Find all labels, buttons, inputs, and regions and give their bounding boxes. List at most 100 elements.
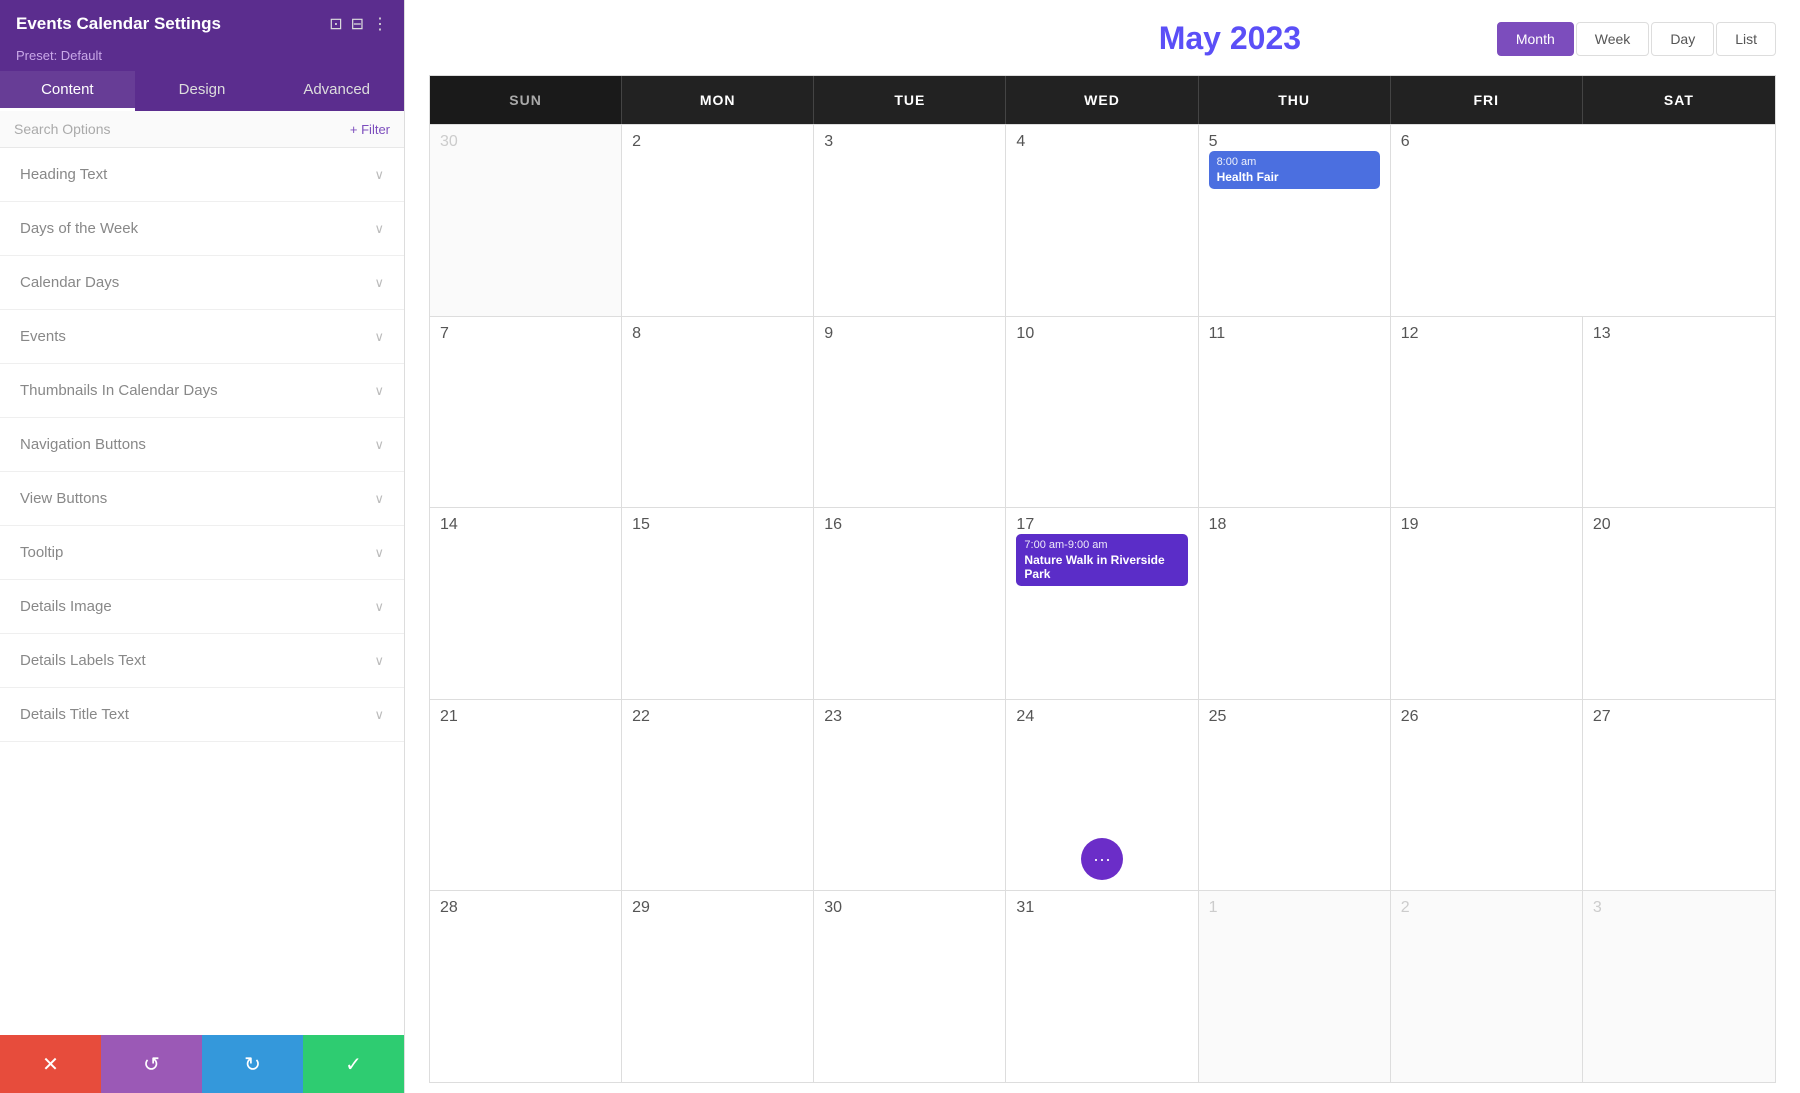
cal-cell-22: 22 xyxy=(622,700,814,891)
view-week-button[interactable]: Week xyxy=(1576,22,1650,56)
cal-cell-9: 9 xyxy=(814,317,1006,508)
calendar-title: May 2023 xyxy=(963,20,1497,57)
columns-icon[interactable]: ⊟ xyxy=(351,14,364,34)
chevron-down-icon: ∨ xyxy=(374,545,384,561)
panel-item-thumbnails[interactable]: Thumbnails In Calendar Days ∨ xyxy=(0,364,404,418)
event-name: Nature Walk in Riverside Park xyxy=(1024,553,1179,581)
panel-item-details-title[interactable]: Details Title Text ∨ xyxy=(0,688,404,742)
day-header-mon: MON xyxy=(622,76,814,124)
day-header-sat: SAT xyxy=(1583,76,1775,124)
chevron-down-icon: ∨ xyxy=(374,383,384,399)
cancel-button[interactable]: ✕ xyxy=(0,1035,101,1093)
cal-cell-12: 12 xyxy=(1391,317,1583,508)
more-icon[interactable]: ⋮ xyxy=(372,14,388,34)
chevron-down-icon: ∨ xyxy=(374,437,384,453)
cal-cell-11: 11 xyxy=(1199,317,1391,508)
item-label: Details Labels Text xyxy=(20,652,146,669)
view-buttons: Month Week Day List xyxy=(1497,22,1776,56)
chevron-down-icon: ∨ xyxy=(374,275,384,291)
cal-cell-25: 25 xyxy=(1199,700,1391,891)
undo-button[interactable]: ↺ xyxy=(101,1035,202,1093)
calendar-week-2: 7 8 9 10 11 12 13 xyxy=(430,316,1775,508)
item-label: Events xyxy=(20,328,66,345)
filter-button[interactable]: + Filter xyxy=(350,122,390,137)
cal-cell-3: 3 xyxy=(814,125,1006,316)
panel-item-details-image[interactable]: Details Image ∨ xyxy=(0,580,404,634)
panel-item-details-labels[interactable]: Details Labels Text ∨ xyxy=(0,634,404,688)
panel-title: Events Calendar Settings xyxy=(16,14,221,34)
item-label: Tooltip xyxy=(20,544,63,561)
item-label: Details Image xyxy=(20,598,112,615)
item-label: Heading Text xyxy=(20,166,107,183)
search-bar: Search Options + Filter xyxy=(0,111,404,148)
event-time: 7:00 am-9:00 am xyxy=(1024,539,1179,551)
panel-item-view-buttons[interactable]: View Buttons ∨ xyxy=(0,472,404,526)
cal-cell-7: 7 xyxy=(430,317,622,508)
search-label: Search Options xyxy=(14,121,111,137)
panel-item-nav-buttons[interactable]: Navigation Buttons ∨ xyxy=(0,418,404,472)
cal-cell-apr30: 30 xyxy=(430,125,622,316)
tab-advanced[interactable]: Advanced xyxy=(269,71,404,111)
day-header-tue: TUE xyxy=(814,76,1006,124)
panel-header-icons: ⊡ ⊟ ⋮ xyxy=(329,14,388,34)
minimize-icon[interactable]: ⊡ xyxy=(329,14,342,34)
chevron-down-icon: ∨ xyxy=(374,653,384,669)
more-events-dot[interactable]: ··· xyxy=(1081,838,1123,880)
cal-cell-14: 14 xyxy=(430,508,622,699)
day-header-thu: THU xyxy=(1199,76,1391,124)
cal-cell-10: 10 xyxy=(1006,317,1198,508)
cal-cell-17: 17 7:00 am-9:00 am Nature Walk in Rivers… xyxy=(1006,508,1198,699)
view-month-button[interactable]: Month xyxy=(1497,22,1574,56)
chevron-down-icon: ∨ xyxy=(374,491,384,507)
cal-cell-jun2: 2 xyxy=(1391,891,1583,1082)
event-nature-walk[interactable]: 7:00 am-9:00 am Nature Walk in Riverside… xyxy=(1016,534,1187,586)
cal-cell-21: 21 xyxy=(430,700,622,891)
panel-item-days-of-week[interactable]: Days of the Week ∨ xyxy=(0,202,404,256)
panel-item-heading-text[interactable]: Heading Text ∨ xyxy=(0,148,404,202)
cancel-icon: ✕ xyxy=(42,1052,59,1077)
bottom-toolbar: ✕ ↺ ↻ ✓ xyxy=(0,1035,404,1093)
calendar-week-5: 28 29 30 31 1 2 3 xyxy=(430,890,1775,1082)
save-icon: ✓ xyxy=(345,1052,362,1077)
item-label: View Buttons xyxy=(20,490,107,507)
item-label: Details Title Text xyxy=(20,706,129,723)
panel-tabs: Content Design Advanced xyxy=(0,71,404,111)
event-name: Health Fair xyxy=(1217,170,1372,184)
panel-items-list: Heading Text ∨ Days of the Week ∨ Calend… xyxy=(0,148,404,1093)
tab-design[interactable]: Design xyxy=(135,71,270,111)
event-health-fair[interactable]: 8:00 am Health Fair xyxy=(1209,151,1380,189)
calendar-grid: SUN MON TUE WED THU FRI SAT 30 2 3 4 5 8… xyxy=(429,75,1776,1083)
cal-cell-28: 28 xyxy=(430,891,622,1082)
panel-item-tooltip[interactable]: Tooltip ∨ xyxy=(0,526,404,580)
cal-cell-4: 4 xyxy=(1006,125,1198,316)
undo-icon: ↺ xyxy=(143,1052,160,1077)
cal-cell-23: 23 xyxy=(814,700,1006,891)
cal-cell-18: 18 xyxy=(1199,508,1391,699)
panel-item-events[interactable]: Events ∨ xyxy=(0,310,404,364)
chevron-down-icon: ∨ xyxy=(374,599,384,615)
save-button[interactable]: ✓ xyxy=(303,1035,404,1093)
cal-cell-27: 27 xyxy=(1583,700,1775,891)
redo-button[interactable]: ↻ xyxy=(202,1035,303,1093)
calendar-header: May 2023 Month Week Day List xyxy=(429,20,1776,57)
cal-cell-19: 19 xyxy=(1391,508,1583,699)
tab-content[interactable]: Content xyxy=(0,71,135,111)
item-label: Calendar Days xyxy=(20,274,119,291)
preset-label[interactable]: Preset: Default xyxy=(16,48,102,63)
redo-icon: ↻ xyxy=(244,1052,261,1077)
chevron-down-icon: ∨ xyxy=(374,707,384,723)
view-list-button[interactable]: List xyxy=(1716,22,1776,56)
cal-cell-jun3: 3 xyxy=(1583,891,1775,1082)
cal-cell-31: 31 xyxy=(1006,891,1198,1082)
cal-cell-26: 26 xyxy=(1391,700,1583,891)
view-day-button[interactable]: Day xyxy=(1651,22,1714,56)
panel-item-calendar-days[interactable]: Calendar Days ∨ xyxy=(0,256,404,310)
chevron-down-icon: ∨ xyxy=(374,329,384,345)
item-label: Navigation Buttons xyxy=(20,436,146,453)
calendar-week-3: 14 15 16 17 7:00 am-9:00 am Nature Walk … xyxy=(430,507,1775,699)
event-time: 8:00 am xyxy=(1217,156,1372,168)
more-dots-icon: ··· xyxy=(1093,849,1111,870)
calendar-week-4: 21 22 23 24 ··· 25 26 27 xyxy=(430,699,1775,891)
cal-cell-6: 6 xyxy=(1391,125,1583,316)
day-header-wed: WED xyxy=(1006,76,1198,124)
